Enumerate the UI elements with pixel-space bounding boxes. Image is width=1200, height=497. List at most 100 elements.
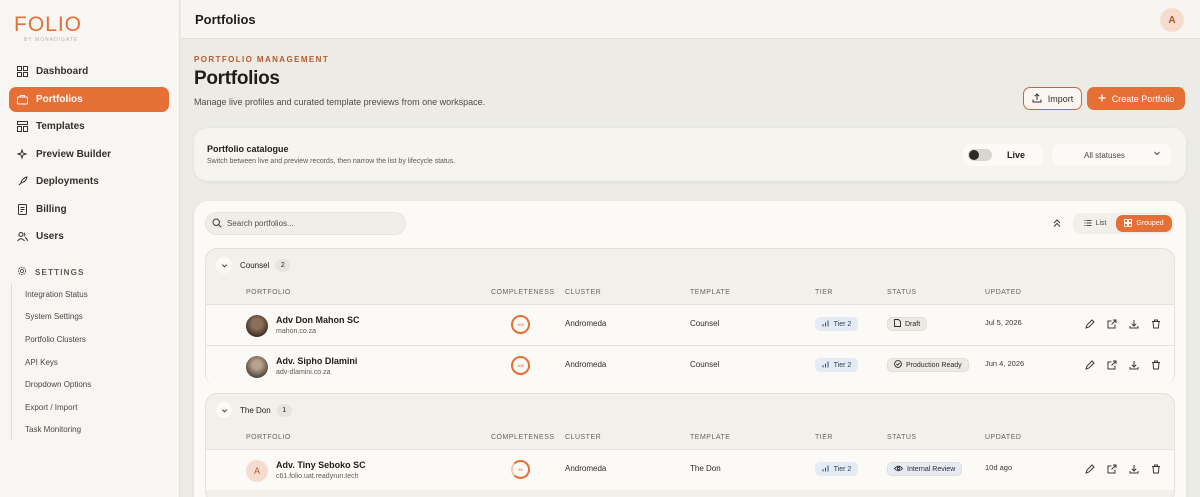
sidebar-item-label: Dashboard (36, 66, 89, 77)
page-subtitle: Manage live profiles and curated templat… (194, 97, 486, 107)
group-name: Counsel (240, 260, 270, 270)
page-eyebrow: PORTFOLIO MANAGEMENT (194, 55, 330, 64)
portfolio-list-panel: List Grouped Counsel 2 PORTFOLIO COMPLET… (194, 201, 1186, 497)
user-avatar[interactable]: A (1160, 8, 1184, 32)
live-label: Live (1007, 150, 1026, 160)
catalogue-subtitle: Switch between live and preview records,… (207, 158, 456, 165)
view-toggle: List Grouped (1073, 213, 1174, 234)
column-header-status[interactable]: STATUS (887, 289, 917, 296)
trash-icon[interactable] (1150, 359, 1161, 370)
page-title: Portfolios (194, 68, 280, 89)
sidebar-item-templates[interactable]: Templates (9, 114, 169, 139)
template-icon (16, 121, 28, 133)
sidebar-item-deployments[interactable]: Deployments (9, 169, 169, 194)
column-header-tier[interactable]: TIER (815, 434, 833, 441)
settings-item-task-monitoring[interactable]: Task Monitoring (25, 425, 81, 434)
group-count: 1 (276, 403, 292, 417)
collapse-all-icon[interactable] (1052, 215, 1062, 233)
sidebar-item-dashboard[interactable]: Dashboard (9, 59, 169, 84)
portfolio-name[interactable]: Adv. Sipho Dlamini (276, 356, 357, 366)
group-header[interactable]: Counsel 2 (216, 257, 291, 273)
template-cell: The Don (690, 464, 721, 473)
column-header-completeness[interactable]: COMPLETENESS (491, 434, 555, 441)
settings-section-header[interactable]: SETTINGS (17, 266, 85, 278)
column-header-portfolio[interactable]: PORTFOLIO (246, 434, 291, 441)
column-header-status[interactable]: STATUS (887, 434, 917, 441)
chevron-down-icon[interactable] (216, 257, 232, 273)
updated-cell: Jul 5, 2026 (985, 318, 1022, 327)
updated-cell: 10d ago (985, 463, 1013, 472)
table-row[interactable]: A Adv. Tiny Seboko SC c61.folio.uat.read… (206, 449, 1174, 490)
settings-item-api-keys[interactable]: API Keys (25, 358, 58, 367)
bar-chart-icon (822, 465, 829, 474)
status-badge: Production Ready (887, 358, 969, 372)
trash-icon[interactable] (1150, 318, 1161, 329)
download-icon[interactable] (1128, 359, 1139, 370)
table-row[interactable]: Adv. Sipho Dlamini adv-dlamini.co.za 100… (206, 345, 1174, 386)
column-header-updated[interactable]: UPDATED (985, 289, 1021, 296)
portfolio-name[interactable]: Adv. Tiny Seboko SC (276, 460, 366, 470)
sidebar-item-portfolios[interactable]: Portfolios (9, 87, 169, 112)
edit-icon[interactable] (1084, 318, 1095, 329)
live-toggle[interactable] (968, 149, 992, 161)
live-toggle-wrapper: Live (963, 144, 1043, 166)
import-button[interactable]: Import (1023, 87, 1082, 110)
updated-cell: Jun 4, 2026 (985, 359, 1025, 368)
sidebar-item-label: Billing (36, 204, 67, 215)
column-header-cluster[interactable]: CLUSTER (565, 434, 601, 441)
brand-logo[interactable]: FOLIO BY MONADIGATE (14, 13, 83, 44)
view-grouped-button[interactable]: Grouped (1116, 215, 1172, 232)
sparkle-icon (16, 149, 28, 161)
column-header-template[interactable]: TEMPLATE (690, 289, 730, 296)
external-link-icon[interactable] (1106, 463, 1117, 474)
download-icon[interactable] (1128, 463, 1139, 474)
logo-text: FOLIO (14, 13, 83, 36)
sidebar-item-billing[interactable]: Billing (9, 197, 169, 222)
settings-item-integration-status[interactable]: Integration Status (25, 290, 88, 299)
upload-icon (1032, 92, 1042, 105)
view-list-button[interactable]: List (1077, 215, 1113, 232)
column-header-tier[interactable]: TIER (815, 289, 833, 296)
group-header[interactable]: The Don 1 (216, 402, 292, 418)
portfolio-name[interactable]: Adv Don Mahon SC (276, 315, 360, 325)
sidebar-item-users[interactable]: Users (9, 224, 169, 249)
cluster-cell: Andromeda (565, 319, 607, 328)
search-icon (212, 215, 222, 233)
trash-icon[interactable] (1150, 463, 1161, 474)
status-badge: Draft (887, 317, 928, 331)
view-list-label: List (1095, 220, 1107, 227)
column-header-portfolio[interactable]: PORTFOLIO (246, 289, 291, 296)
portfolio-url: mahon.co.za (276, 328, 317, 335)
column-header-completeness[interactable]: COMPLETENESS (491, 289, 555, 296)
gear-icon (17, 266, 27, 278)
settings-item-dropdown-options[interactable]: Dropdown Options (25, 380, 91, 389)
template-cell: Counsel (690, 319, 720, 328)
settings-item-portfolio-clusters[interactable]: Portfolio Clusters (25, 335, 86, 344)
tier-badge: Tier 2 (815, 462, 858, 476)
import-label: Import (1047, 93, 1074, 104)
completeness-ring: 100 (511, 315, 530, 334)
column-header-template[interactable]: TEMPLATE (690, 434, 730, 441)
bar-chart-icon (822, 320, 829, 329)
create-portfolio-button[interactable]: Create Portfolio (1087, 87, 1185, 110)
external-link-icon[interactable] (1106, 318, 1117, 329)
settings-item-export-import[interactable]: Export / Import (25, 403, 77, 412)
portfolio-url: c61.folio.uat.readyrun.tech (276, 473, 359, 480)
chevron-down-icon[interactable] (216, 402, 232, 418)
settings-item-system-settings[interactable]: System Settings (25, 312, 83, 321)
catalogue-title: Portfolio catalogue (207, 144, 289, 154)
cluster-cell: Andromeda (565, 464, 607, 473)
status-filter-select[interactable]: All statuses (1052, 144, 1171, 166)
column-header-updated[interactable]: UPDATED (985, 434, 1021, 441)
view-grouped-label: Grouped (1136, 220, 1164, 227)
table-row[interactable]: Adv Don Mahon SC mahon.co.za 100 Androme… (206, 304, 1174, 345)
edit-icon[interactable] (1084, 359, 1095, 370)
sidebar-item-preview-builder[interactable]: Preview Builder (9, 142, 169, 167)
search-input[interactable] (227, 219, 397, 228)
external-link-icon[interactable] (1106, 359, 1117, 370)
edit-icon[interactable] (1084, 463, 1095, 474)
status-label: Draft (905, 320, 921, 328)
column-header-cluster[interactable]: CLUSTER (565, 289, 601, 296)
sidebar-item-label: Portfolios (36, 94, 83, 105)
download-icon[interactable] (1128, 318, 1139, 329)
